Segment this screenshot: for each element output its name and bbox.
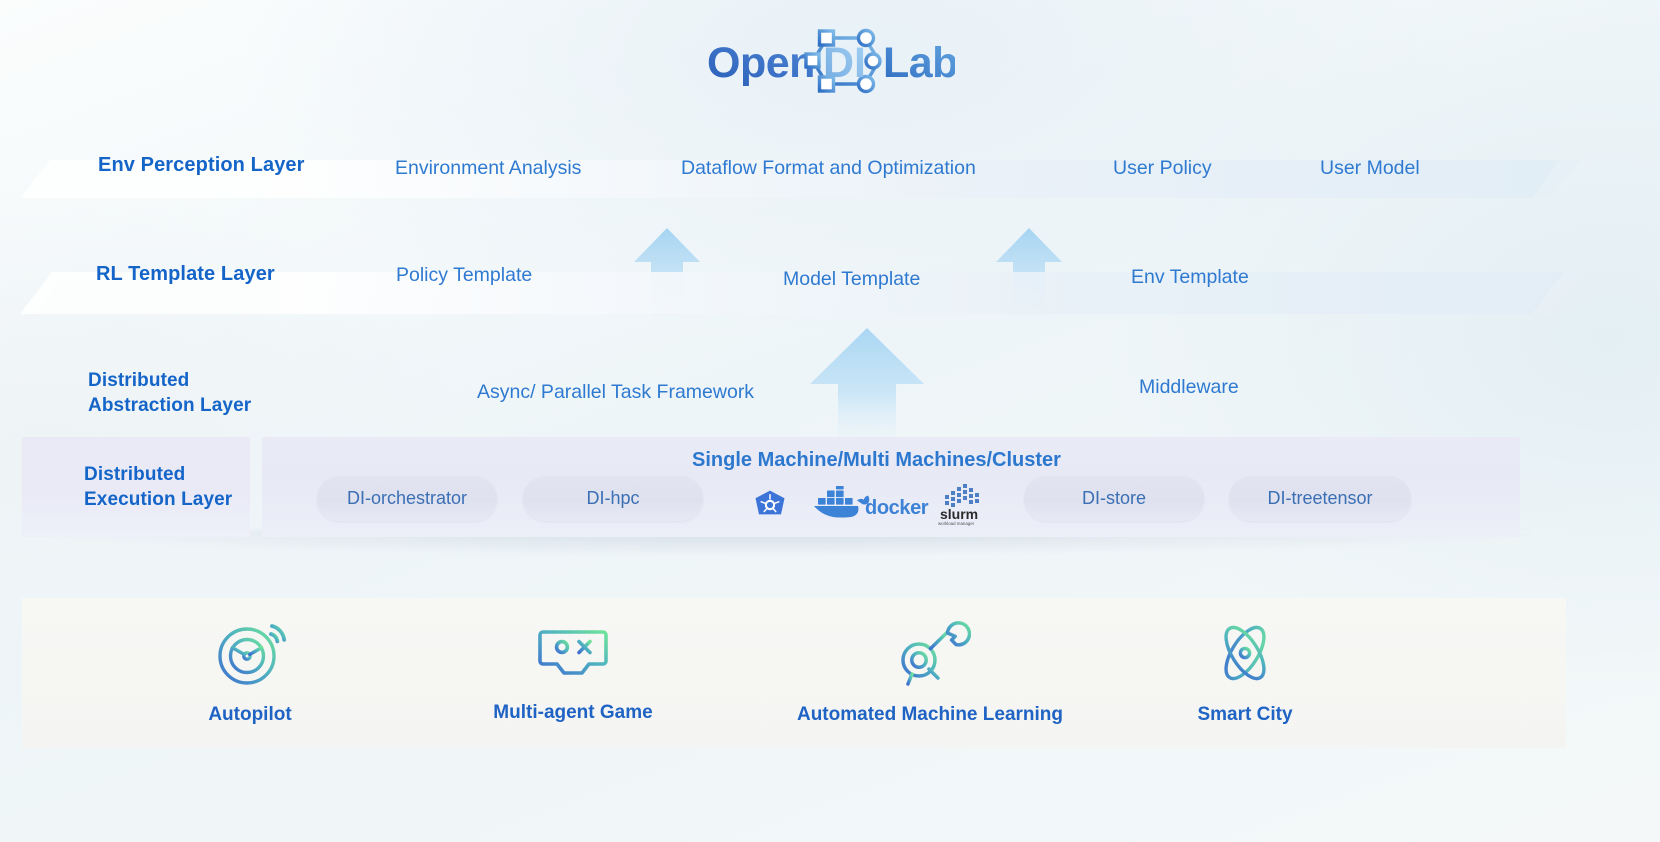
application-label: Automated Machine Learning [796,704,1064,725]
svg-text:slurm: slurm [940,506,978,522]
distributed-abstraction-item-1: Middleware [1139,376,1239,398]
env-perception-item-3: User Model [1320,157,1420,179]
kubernetes-icon [755,490,785,515]
component-di-store[interactable]: DI-store [1024,476,1204,521]
svg-text:Lab: Lab [883,39,955,87]
game-controller-icon [538,630,608,675]
component-label: DI-hpc [586,488,640,508]
component-di-orchestrator[interactable]: DI-orchestrator [317,476,497,521]
application-label: Autopilot [208,704,292,725]
layer-label-rl-template: RL Template Layer [96,263,275,285]
atom-icon [1224,625,1266,681]
steering-wheel-icon [218,624,287,685]
component-di-hpc[interactable]: DI-hpc [523,476,703,521]
svg-text:Open: Open [707,39,815,87]
kubernetes-logo[interactable] [750,485,790,525]
application-label: Multi-agent Game [493,702,653,723]
application-automated-machine-learning[interactable]: Automated Machine Learning [795,612,1065,726]
logo-mark: Open DI Lab [707,28,955,94]
component-label: DI-store [1081,488,1146,508]
layer-label-distributed-abstraction: Distributed Abstraction Layer [88,370,252,417]
application-autopilot[interactable]: Autopilot [180,612,320,726]
opendilab-logo: Open DI Lab [0,22,1660,100]
rl-template-item-2: Env Template [1131,266,1249,288]
docker-icon: docker [814,486,929,519]
svg-text:workload manager: workload manager [938,521,975,526]
distributed-abstraction-item-0: Async/ Parallel Task Framework [477,381,755,403]
layer-label-distributed-execution: Distributed Execution Layer [84,464,233,511]
rl-template-item-1: Model Template [783,268,921,290]
env-perception-item-2: User Policy [1113,157,1212,179]
component-label: DI-orchestrator [346,488,468,508]
docker-logo[interactable]: docker [812,486,934,524]
flow-arrow-center [810,328,924,446]
slurm-icon: slurm workload manager [938,484,979,526]
env-perception-item-0: Environment Analysis [395,157,582,179]
diagram-canvas: Open DI Lab Env Perception Layer Environ… [0,0,1660,842]
svg-text:docker: docker [865,497,929,519]
application-smart-city[interactable]: Smart City [1175,612,1315,726]
wrench-gear-icon [901,621,971,686]
env-perception-item-1: Dataflow Format and Optimization [681,157,976,179]
component-di-treetensor[interactable]: DI-treetensor [1229,476,1411,521]
application-multi-agent-game[interactable]: Multi-agent Game [493,616,653,724]
component-label: DI-treetensor [1267,488,1373,508]
execution-cluster-title: Single Machine/Multi Machines/Cluster [692,449,1061,471]
slurm-logo[interactable]: slurm workload manager [934,479,992,527]
application-label: Smart City [1197,704,1293,725]
svg-text:DI: DI [823,39,866,87]
rl-template-item-0: Policy Template [396,264,533,286]
layer-label-env-perception: Env Perception Layer [98,154,305,176]
